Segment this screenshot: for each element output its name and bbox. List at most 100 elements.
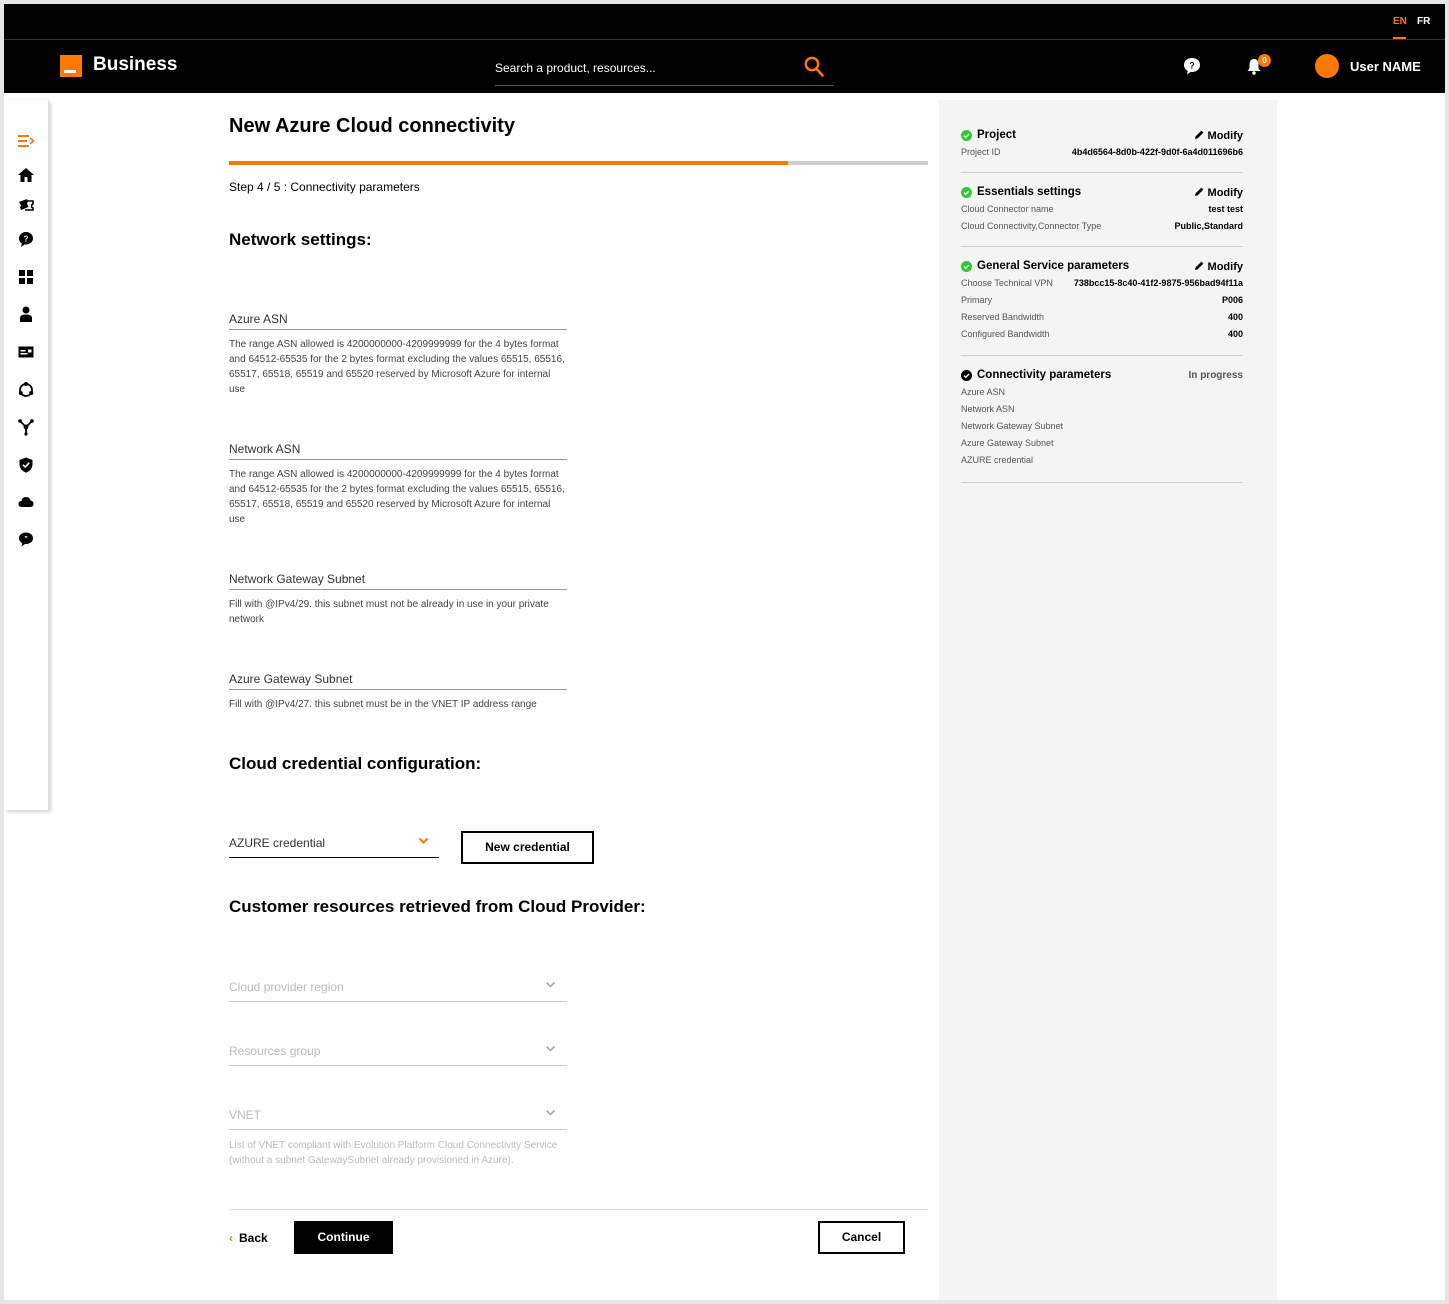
chat-feedback-icon[interactable]: ” [17,530,35,548]
back-label: Back [239,1231,268,1245]
user-avatar[interactable] [1315,54,1339,78]
azure-gateway-subnet-field[interactable]: Azure Gateway Subnet Fill with @IPv4/27.… [229,670,567,712]
summary-row: Azure ASN [961,387,1006,397]
vnet-help: List of VNET compliant with Evolution Pl… [229,1140,558,1166]
svg-text:”: ” [24,536,28,543]
check-circle-icon [961,261,972,272]
pencil-icon [1194,187,1203,196]
summary-separator [961,246,1243,247]
dashboard-icon[interactable] [17,268,35,286]
notification-count-badge: 0 [1258,54,1271,67]
user-icon[interactable] [17,305,35,323]
user-name[interactable]: User NAME [1350,59,1421,74]
network-asn-help: The range ASN allowed is 4200000000-4209… [229,469,565,525]
connectivity-title: Connectivity parameters [977,369,1112,381]
summary-essentials: Essentials settings Modify Cloud Connect… [961,185,1243,235]
summary-row: Network Gateway Subnet [961,421,1064,431]
tickets-icon[interactable] [17,196,35,214]
chevron-down-icon [545,981,556,988]
azure-gateway-subnet-help: Fill with @IPv4/27. this subnet must be … [229,699,537,710]
help-icon[interactable]: ? [1182,56,1202,76]
summary-connectivity: Connectivity parameters In progress Azur… [961,368,1243,469]
cloud-provider-region-value: Cloud provider region [229,980,344,994]
resources-group-select[interactable]: Resources group [229,1042,567,1066]
back-link[interactable]: ‹ Back [229,1231,268,1245]
network-asn-field[interactable]: Network ASN The range ASN allowed is 420… [229,440,567,527]
summary-separator [961,172,1243,173]
summary-row: Cloud Connectivity,Connector Type Public,… [961,221,1243,231]
azure-asn-field[interactable]: Azure ASN The range ASN allowed is 42000… [229,310,567,397]
summary-panel: Project Modify Project ID 4b4d6564-8d0b-4… [939,100,1277,1300]
summary-row: Azure Gateway Subnet [961,438,1054,448]
support-help-icon[interactable]: ? [17,230,35,248]
check-circle-icon [961,370,972,381]
network-settings-title: Network settings: [229,230,372,249]
azure-credential-select[interactable]: AZURE credential [229,834,439,858]
project-title: Project [977,129,1016,141]
network-gateway-subnet-help: Fill with @IPv4/29. this subnet must not… [229,599,549,625]
summary-row: Primary P006 [961,295,1243,305]
progress-bar-fill [229,161,789,165]
lang-en[interactable]: EN [1393,16,1407,27]
app-frame: EN FR Business Search a product, resourc… [4,4,1445,1300]
search-icon[interactable] [804,56,824,78]
summary-row: Reserved Bandwidth 400 [961,312,1243,322]
new-credential-button[interactable]: New credential [461,831,594,864]
chevron-down-icon [418,837,429,844]
pencil-icon [1194,130,1203,139]
progress-bar [229,161,928,165]
svg-text:?: ? [1189,61,1195,71]
footer-divider [229,1209,928,1210]
cloud-icon[interactable] [17,493,35,511]
summary-separator [961,482,1243,483]
summary-row: Configured Bandwidth 400 [961,329,1243,339]
left-sidebar: ? ” [4,100,49,810]
brand-name[interactable]: Business [93,54,177,76]
modify-essentials-button[interactable]: Modify [1193,186,1243,199]
modify-general-service-button[interactable]: Modify [1193,260,1243,273]
azure-credential-select-value: AZURE credential [229,836,326,850]
check-circle-icon [961,187,972,198]
vnet-select[interactable]: VNET List of VNET compliant with Evoluti… [229,1106,567,1168]
network-gateway-subnet-field[interactable]: Network Gateway Subnet Fill with @IPv4/2… [229,570,567,627]
check-circle-icon [961,130,972,141]
home-icon[interactable] [17,166,35,184]
billing-card-icon[interactable] [17,343,35,361]
network-gateway-subnet-input[interactable]: Network Gateway Subnet [229,570,567,590]
lang-fr[interactable]: FR [1417,16,1430,27]
page-title: New Azure Cloud connectivity [229,115,515,137]
security-shield-icon[interactable] [17,456,35,474]
essentials-title: Essentials settings [977,186,1082,198]
azure-gateway-subnet-input[interactable]: Azure Gateway Subnet [229,670,567,690]
summary-general-service: General Service parameters Modify Choose… [961,259,1243,343]
orange-logo[interactable] [60,55,82,77]
azure-asn-input[interactable]: Azure ASN [229,310,567,330]
modify-project-button[interactable]: Modify [1193,129,1243,142]
cloud-provider-region-select[interactable]: Cloud provider region [229,978,567,1002]
language-bar: EN FR [4,4,1445,40]
network-icon[interactable] [17,381,35,399]
cancel-button[interactable]: Cancel [818,1221,905,1254]
pencil-icon [1194,261,1203,270]
general-service-title: General Service parameters [977,260,1130,272]
network-asn-input[interactable]: Network ASN [229,440,567,460]
search-box[interactable]: Search a product, resources... [495,48,834,86]
menu-icon[interactable] [17,132,35,150]
summary-row: Project ID 4b4d6564-8d0b-422f-9d0f-6a4d01… [961,147,1243,157]
topology-icon[interactable] [17,418,35,436]
summary-row: Network ASN [961,404,1015,414]
chevron-down-icon [545,1109,556,1116]
customer-resources-title: Customer resources retrieved from Cloud … [229,897,646,916]
azure-asn-help: The range ASN allowed is 4200000000-4209… [229,339,565,395]
search-input[interactable]: Search a product, resources... [495,61,656,75]
chevron-left-icon: ‹ [229,1231,233,1245]
svg-text:?: ? [24,235,29,244]
summary-row: Cloud Connector name test test [961,204,1243,214]
modify-label: Modify [1207,187,1243,199]
continue-button[interactable]: Continue [294,1221,393,1254]
step-indicator: Step 4 / 5 : Connectivity parameters [229,180,420,194]
summary-project: Project Modify Project ID 4b4d6564-8d0b-4… [961,128,1243,161]
resources-group-value: Resources group [229,1044,321,1058]
connectivity-status: In progress [1188,370,1243,381]
modify-label: Modify [1207,261,1243,273]
